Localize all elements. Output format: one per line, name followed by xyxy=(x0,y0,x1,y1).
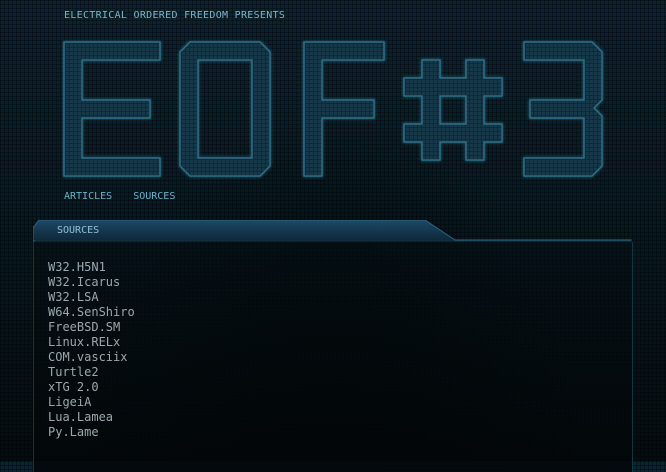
panel-title: SOURCES xyxy=(57,225,100,236)
sources-panel-header: SOURCES xyxy=(33,220,633,242)
top-nav: ARTICLES SOURCES xyxy=(64,191,190,202)
presents-tagline: ELECTRICAL ORDERED FREEDOM PRESENTS xyxy=(64,10,286,21)
eof3-logo xyxy=(62,40,612,180)
sources-panel: W32.H5N1 W32.Icarus W32.LSA W64.SenShiro… xyxy=(33,242,633,472)
logo-hash xyxy=(403,59,503,161)
source-item[interactable]: Linux.RELx xyxy=(48,335,135,350)
source-item[interactable]: Lua.Lamea xyxy=(48,410,135,425)
panel-header-shape xyxy=(33,220,632,242)
sources-list: W32.H5N1 W32.Icarus W32.LSA W64.SenShiro… xyxy=(48,260,135,440)
source-item[interactable]: Turtle2 xyxy=(48,365,135,380)
source-item[interactable]: LigeiA xyxy=(48,395,135,410)
source-item[interactable]: W32.LSA xyxy=(48,290,135,305)
source-item[interactable]: W64.SenShiro xyxy=(48,305,135,320)
source-item[interactable]: W32.Icarus xyxy=(48,275,135,290)
nav-sources-link[interactable]: SOURCES xyxy=(133,191,175,202)
source-item[interactable]: W32.H5N1 xyxy=(48,260,135,275)
logo-letter-e xyxy=(63,41,161,177)
logo-letter-o xyxy=(179,41,271,177)
source-item[interactable]: FreeBSD.SM xyxy=(48,320,135,335)
logo-letter-f xyxy=(303,41,385,177)
source-item[interactable]: Py.Lame xyxy=(48,425,135,440)
nav-articles-link[interactable]: ARTICLES xyxy=(64,191,112,202)
logo-digit-3 xyxy=(523,41,603,177)
source-item[interactable]: COM.vasciix xyxy=(48,350,135,365)
source-item[interactable]: xTG 2.0 xyxy=(48,380,135,395)
